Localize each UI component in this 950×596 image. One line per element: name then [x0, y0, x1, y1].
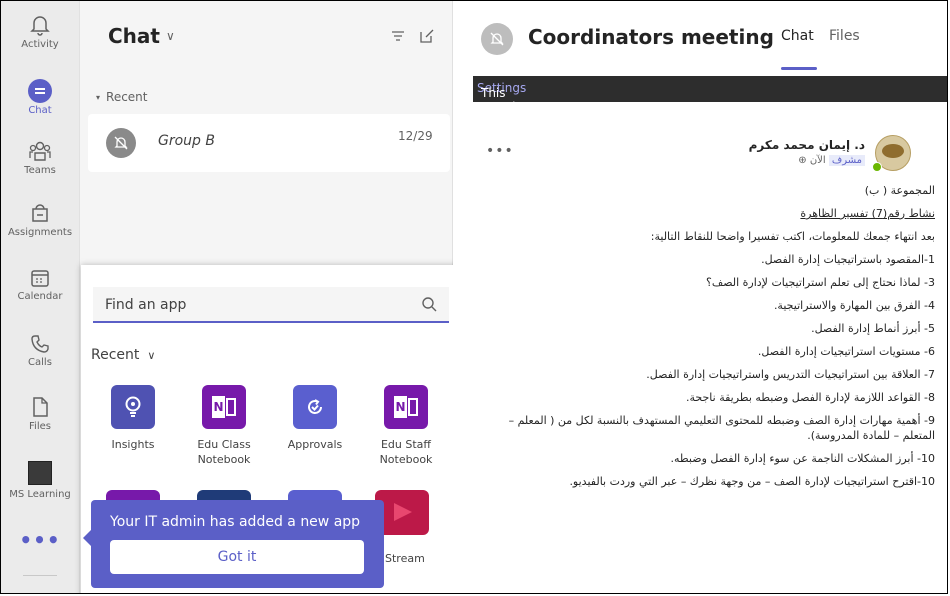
collapse-triangle-icon: ▾: [96, 93, 101, 102]
rail-teams[interactable]: Teams: [1, 139, 79, 176]
chat-list-header: Chat ∨: [80, 1, 452, 73]
message-line: نشاط رقم(7) تفسير الظاهرة: [800, 207, 935, 220]
muted-banner-text: This meeting chat is muted. Settings: [477, 81, 531, 142]
app-name: Edu Staff Notebook: [379, 438, 433, 466]
tab-chat[interactable]: Chat: [781, 28, 814, 44]
message-body: المجموعة ( ب) نشاط رقم(7) تفسير الظاهرة …: [485, 183, 935, 497]
bell-off-icon: [114, 136, 128, 150]
flyout-recent-label: Recent: [91, 347, 140, 363]
message-line: 10-اقترح استراتيجيات لإدارة الصف – من وج…: [569, 475, 935, 488]
chat-name: Group B: [158, 133, 215, 149]
globe-icon: ⊕: [798, 155, 807, 166]
muted-group-avatar: [106, 128, 136, 158]
rail-files[interactable]: Files: [1, 395, 79, 432]
onenote-app-icon: N: [384, 385, 428, 429]
sender-meta: مشرف الآن ⊕: [798, 155, 865, 166]
chat-message: ••• د. إيمان محمد مكرم مشرف الآن ⊕ المجم…: [473, 113, 947, 583]
stream-app-label[interactable]: Stream: [385, 552, 425, 565]
message-line: 8- القواعد اللازمة لإدارة الفصل وضبطه بط…: [686, 391, 935, 404]
app-approvals[interactable]: Approvals: [273, 385, 357, 452]
app-name: Approvals: [287, 438, 343, 451]
assignments-icon: [32, 204, 48, 222]
new-app-callout: Your IT admin has added a new app Got it: [83, 500, 384, 588]
rail-calls[interactable]: Calls: [1, 333, 79, 368]
app-edu-staff-notebook[interactable]: N Edu Staff Notebook: [364, 385, 448, 467]
message-line: المجموعة ( ب): [864, 184, 935, 197]
message-line: بعد انتهاء جمعك للمعلومات، اكتب تفسيرا و…: [650, 230, 935, 243]
chat-list-item[interactable]: Group B 12/29: [88, 114, 450, 172]
chevron-down-icon: ∨: [165, 29, 175, 43]
file-icon: [33, 397, 48, 417]
chevron-down-icon: ∨: [147, 349, 156, 362]
meeting-header: Coordinators meeting Chat Files: [453, 1, 947, 73]
message-line: 7- العلاقة بين استراتيجيات التدريس واستر…: [646, 368, 935, 381]
rail-calendar[interactable]: Calendar: [1, 267, 79, 302]
rail-ms-learning[interactable]: MS Learning: [1, 461, 79, 500]
teams-icon: [29, 141, 51, 161]
rail-label-chat: Chat: [28, 105, 52, 116]
bell-off-icon: [490, 32, 504, 46]
recent-section-label: Recent: [106, 90, 148, 104]
rail-label-activity: Activity: [21, 39, 59, 50]
chat-title-text: Chat: [108, 24, 160, 48]
message-line: 6- مستويات استراتيجيات إدارة الفصل.: [757, 345, 935, 358]
app-rail: Activity Chat Teams Assignments Calendar…: [1, 1, 80, 593]
app-search-input[interactable]: [103, 293, 407, 317]
rail-divider: [23, 575, 57, 576]
onenote-app-icon: N: [202, 385, 246, 429]
message-line: 4- الفرق بين المهارة والاستراتيجية.: [773, 299, 935, 312]
filter-icon[interactable]: [391, 30, 405, 42]
message-line: 3- لماذا نحتاج إلى تعلم استراتيجيات لإدا…: [705, 276, 935, 289]
meeting-title: Coordinators meeting: [528, 25, 774, 49]
calendar-icon: [31, 270, 49, 287]
bell-icon: [30, 16, 50, 36]
app-insights[interactable]: Insights: [91, 385, 175, 452]
message-line: 9- أهمية مهارات إدارة الصف وضبطه للمحتوى…: [508, 414, 935, 442]
app-name: Insights: [111, 438, 155, 451]
app-name: Edu Class Notebook: [197, 438, 251, 466]
rail-label-files: Files: [29, 421, 51, 432]
flyout-recent-header[interactable]: Recent ∨: [91, 347, 155, 363]
presence-available-icon: [872, 162, 882, 172]
meeting-avatar: [481, 23, 513, 55]
got-it-button[interactable]: Got it: [110, 540, 364, 574]
message-time: الآن: [809, 155, 826, 166]
meeting-chat-pane: Coordinators meeting Chat Files This mee…: [453, 1, 947, 593]
callout-message: Your IT admin has added a new app: [110, 514, 361, 530]
app-search-box[interactable]: [93, 287, 449, 323]
ms-learning-icon: [28, 461, 52, 485]
app-edu-class-notebook[interactable]: N Edu Class Notebook: [182, 385, 266, 467]
approvals-app-icon: [293, 385, 337, 429]
rail-label-calls: Calls: [28, 357, 52, 368]
chat-icon: [28, 79, 52, 103]
compose-icon[interactable]: [419, 28, 435, 44]
search-icon[interactable]: [421, 296, 437, 312]
more-apps-button[interactable]: •••: [1, 528, 79, 552]
play-icon: [394, 503, 412, 521]
rail-activity[interactable]: Activity: [1, 13, 79, 50]
chat-list-title[interactable]: Chat ∨: [108, 24, 175, 48]
message-line: 10- أبرز المشكلات الناجمة عن سوء إدارة ا…: [670, 452, 935, 465]
chat-date: 12/29: [398, 129, 433, 143]
rail-label-assignments: Assignments: [7, 227, 73, 238]
active-tab-indicator: [781, 67, 817, 70]
teams-window: Activity Chat Teams Assignments Calendar…: [0, 0, 948, 594]
rail-label-ms-learning: MS Learning: [9, 489, 71, 500]
rail-chat[interactable]: Chat: [1, 79, 79, 116]
rail-label-teams: Teams: [24, 165, 56, 176]
role-badge: مشرف: [828, 155, 865, 166]
rail-label-calendar: Calendar: [17, 291, 63, 302]
message-line: 1-المقصود باستراتيجيات إدارة الفصل.: [761, 253, 935, 266]
insights-app-icon: [111, 385, 155, 429]
message-line: 5- أبرز أنماط إدارة الفصل.: [811, 322, 935, 335]
tab-files[interactable]: Files: [829, 28, 860, 44]
message-more-options-icon[interactable]: •••: [486, 143, 514, 159]
phone-icon: [31, 335, 49, 353]
rail-assignments[interactable]: Assignments: [1, 201, 79, 238]
muted-banner: This meeting chat is muted. Settings: [473, 76, 947, 142]
recent-section-header[interactable]: ▾ Recent: [96, 90, 148, 104]
sender-name[interactable]: د. إيمان محمد مكرم: [749, 138, 865, 152]
